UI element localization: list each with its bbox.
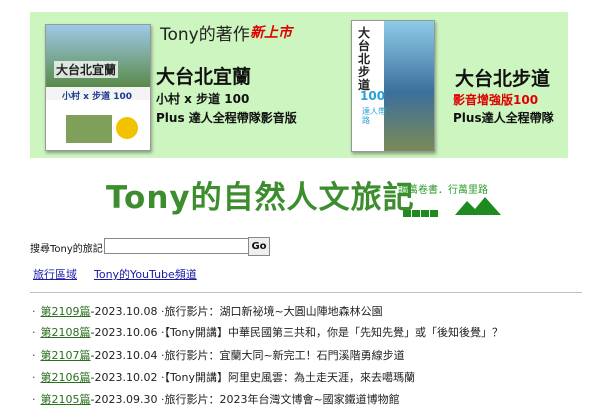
article-number-link[interactable]: 第2109篇 [41, 305, 91, 318]
book1-cover-title: 大台北宜蘭 [54, 61, 119, 78]
section-divider [30, 292, 582, 293]
announcement-new-badge: 新上市 [250, 25, 292, 41]
book2-subtitle: 影音增強版100 [453, 93, 539, 107]
article-date: -2023.10.02 [90, 371, 158, 384]
book1-title: 大台北宜蘭 [156, 66, 252, 88]
article-date: -2023.10.06 [90, 326, 158, 339]
article-number-link[interactable]: 第2107篇 [41, 349, 91, 362]
book1-cover-badge [116, 117, 138, 139]
search-label: 搜尋Tony的旅記： [30, 244, 113, 255]
article-title: ‧旅行影片：2023年台灣文博會~國家鐵道博物館 [157, 393, 400, 406]
book2-cover-photo [384, 21, 434, 151]
bullet-icon: · [32, 326, 36, 339]
list-item: · 第2109篇-2023.10.08 ‧旅行影片：湖口新祕境~大圓山陣地森林公園 [32, 303, 383, 319]
article-date: -2023.10.08 [90, 305, 158, 318]
book2-cover-image[interactable]: 大台北步道 100 達人帶路 [351, 20, 435, 152]
article-number-link[interactable]: 第2105篇 [41, 393, 91, 406]
list-item: · 第2105篇-2023.09.30 ‧旅行影片：2023年台灣文博會~國家鐵道… [32, 391, 400, 407]
book2-cover-text: 達人帶路 [362, 107, 386, 125]
list-item: · 第2106篇-2023.10.02 ‧【Tony開講】阿里史風雲：為土走天涯，… [32, 369, 415, 385]
bullet-icon: · [32, 305, 36, 318]
bullet-icon: · [32, 349, 36, 362]
nav-link-youtube-channel[interactable]: Tony的YouTube頻道 [94, 266, 197, 282]
book1-subtitle: 小村 x 步道 100 [156, 92, 250, 106]
site-tagline: 讀萬卷書．行萬里路 [398, 185, 488, 196]
book2-title: 大台北步道 [455, 68, 551, 90]
article-title: ‧旅行影片：宜蘭大同~新完工！石門溪階勇線步道 [157, 349, 405, 362]
announcement-label: Tony的著作 [160, 25, 250, 45]
search-input[interactable] [104, 238, 250, 254]
book-promo-banner[interactable]: 大台北宜蘭 小村 x 步道 100 Tony的著作 新上市 大台北宜蘭 小村 x… [30, 12, 568, 158]
article-number-link[interactable]: 第2106篇 [41, 371, 91, 384]
book1-cover-subtitle: 小村 x 步道 100 [62, 92, 132, 102]
bullet-icon: · [32, 371, 36, 384]
book-stack-icon [403, 202, 439, 221]
site-logo[interactable]: Tony的自然人文旅記 [106, 172, 415, 217]
list-item: · 第2107篇-2023.10.04 ‧旅行影片：宜蘭大同~新完工！石門溪階勇線… [32, 347, 405, 363]
book2-cover-title: 大台北步道 [358, 26, 371, 92]
book1-plus-line: Plus 達人全程帶隊影音版 [156, 111, 297, 125]
nav-link-travel-regions[interactable]: 旅行區域 [33, 266, 77, 282]
mountain-icon [455, 197, 501, 215]
article-title: ‧旅行影片：湖口新祕境~大圓山陣地森林公園 [157, 305, 383, 318]
book2-plus-line: Plus達人全程帶隊 [453, 111, 554, 125]
book2-cover-hundred: 100 [360, 89, 386, 103]
article-date: -2023.10.04 [90, 349, 158, 362]
book1-cover-inset-photo [66, 115, 112, 143]
article-title: ‧【Tony開講】中華民國第三共和，你是「先知先覺」或「後知後覺」？ [157, 326, 504, 339]
article-title: ‧【Tony開講】阿里史風雲：為土走天涯，來去噶瑪蘭 [157, 371, 416, 384]
book1-cover-image[interactable]: 大台北宜蘭 小村 x 步道 100 [45, 24, 151, 151]
search-go-button[interactable]: Go [248, 237, 270, 256]
list-item: · 第2108篇-2023.10.06 ‧【Tony開講】中華民國第三共和，你是「… [32, 324, 503, 340]
article-number-link[interactable]: 第2108篇 [41, 326, 91, 339]
article-date: -2023.09.30 [90, 393, 158, 406]
bullet-icon: · [32, 393, 36, 406]
